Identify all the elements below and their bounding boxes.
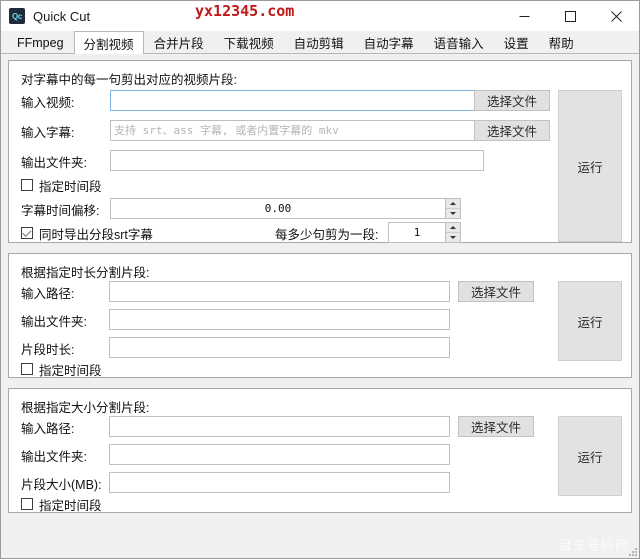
label-clip-duration: 片段时长: — [21, 343, 75, 357]
panel-duration-split: 根据指定时长分割片段: 输入路径: 选择文件 输出文件夹: 片段时长: 指定时间… — [8, 253, 632, 378]
maximize-button[interactable] — [547, 1, 593, 31]
tab-ffmpeg[interactable]: FFmpeg — [7, 31, 74, 53]
output-folder-field-1[interactable] — [110, 150, 484, 171]
close-button[interactable] — [593, 1, 639, 31]
tab-download-video[interactable]: 下载视频 — [214, 31, 284, 53]
checkbox-box-time-range-2 — [21, 363, 33, 375]
run-button-subtitle-split[interactable]: 运行 — [558, 90, 622, 242]
title-bar: Qc Quick Cut yx12345.com — [1, 1, 639, 31]
app-window: Qc Quick Cut yx12345.com FFmpeg 分割视频 合并片… — [0, 0, 640, 559]
tab-auto-edit[interactable]: 自动剪辑 — [284, 31, 354, 53]
window-title: Quick Cut — [33, 8, 91, 24]
panel-size-split: 根据指定大小分割片段: 输入路径: 选择文件 输出文件夹: 片段大小(MB): … — [8, 388, 632, 513]
time-range-checkbox-1[interactable]: 指定时间段 — [21, 176, 102, 194]
label-output-folder-duration: 输出文件夹: — [21, 315, 87, 329]
label-sentences-per-clip: 每多少句剪为一段: — [275, 227, 379, 242]
subtitle-offset-field[interactable] — [110, 198, 446, 219]
tab-help[interactable]: 帮助 — [539, 31, 584, 53]
label-output-folder-size: 输出文件夹: — [21, 450, 87, 464]
label-clip-size: 片段大小(MB): — [21, 478, 102, 492]
input-path-field-duration[interactable] — [109, 281, 450, 302]
panel-size-split-title: 根据指定大小分割片段: — [21, 401, 150, 415]
window-controls — [501, 1, 639, 31]
chevron-down-icon — [450, 212, 456, 215]
label-input-path-size: 输入路径: — [21, 422, 75, 436]
output-folder-field-size[interactable] — [109, 444, 450, 465]
output-folder-field-duration[interactable] — [109, 309, 450, 330]
panel-subtitle-split: 对字幕中的每一句剪出对应的视频片段: 输入视频: 选择文件 输入字幕: 选择文件… — [8, 60, 632, 243]
content-area: 对字幕中的每一句剪出对应的视频片段: 输入视频: 选择文件 输入字幕: 选择文件… — [1, 54, 639, 558]
spinner-up-sentences[interactable] — [446, 223, 460, 233]
watermark-bottom: 目录号码网 — [558, 538, 629, 553]
chevron-down-icon — [450, 236, 456, 239]
spinner-up-offset[interactable] — [446, 199, 460, 209]
subtitle-offset-spinner[interactable] — [446, 198, 461, 219]
tab-split-video[interactable]: 分割视频 — [73, 31, 144, 54]
panel-subtitle-split-title: 对字幕中的每一句剪出对应的视频片段: — [21, 73, 237, 87]
checkbox-box-time-range-1 — [21, 179, 33, 191]
checkbox-box-export-srt — [21, 227, 33, 239]
label-output-folder-1: 输出文件夹: — [21, 156, 87, 170]
sentences-per-clip-spinner[interactable] — [446, 222, 461, 243]
spinner-down-sentences[interactable] — [446, 233, 460, 242]
input-video-field[interactable] — [110, 90, 484, 111]
minimize-button[interactable] — [501, 1, 547, 31]
run-button-size-split[interactable]: 运行 — [558, 416, 622, 496]
maximize-icon — [564, 10, 576, 22]
tab-strip: FFmpeg 分割视频 合并片段 下载视频 自动剪辑 自动字幕 语音输入 设置 … — [1, 31, 639, 54]
app-icon: Qc — [9, 8, 25, 24]
clip-size-field[interactable] — [109, 472, 450, 493]
sentences-per-clip-field[interactable] — [388, 222, 446, 243]
choose-file-button-subtitle[interactable]: 选择文件 — [474, 120, 550, 141]
input-path-field-size[interactable] — [109, 416, 450, 437]
checkbox-box-time-range-3 — [21, 498, 33, 510]
panel-duration-split-title: 根据指定时长分割片段: — [21, 266, 150, 280]
label-input-subtitle: 输入字幕: — [21, 126, 75, 140]
label-input-path-duration: 输入路径: — [21, 287, 75, 301]
time-range-checkbox-3[interactable]: 指定时间段 — [21, 495, 102, 513]
choose-file-button-size[interactable]: 选择文件 — [458, 416, 534, 437]
tab-settings[interactable]: 设置 — [494, 31, 539, 53]
input-subtitle-field[interactable] — [110, 120, 484, 141]
spinner-down-offset[interactable] — [446, 209, 460, 218]
label-input-video: 输入视频: — [21, 96, 75, 110]
tab-merge-clips[interactable]: 合并片段 — [144, 31, 214, 53]
time-range-checkbox-2[interactable]: 指定时间段 — [21, 360, 102, 378]
minimize-icon — [519, 15, 529, 17]
label-subtitle-offset: 字幕时间偏移: — [21, 204, 100, 218]
choose-file-button-video[interactable]: 选择文件 — [474, 90, 550, 111]
chevron-up-icon — [450, 226, 456, 229]
choose-file-button-duration[interactable]: 选择文件 — [458, 281, 534, 302]
resize-grip[interactable] — [627, 546, 637, 556]
close-icon — [610, 10, 622, 22]
tab-voice-input[interactable]: 语音输入 — [424, 31, 494, 53]
tab-auto-subtitle[interactable]: 自动字幕 — [354, 31, 424, 53]
clip-duration-field[interactable] — [109, 337, 450, 358]
export-srt-checkbox[interactable]: 同时导出分段srt字幕 — [21, 224, 153, 242]
watermark-top: yx12345.com — [195, 2, 295, 20]
run-button-duration-split[interactable]: 运行 — [558, 281, 622, 361]
chevron-up-icon — [450, 202, 456, 205]
